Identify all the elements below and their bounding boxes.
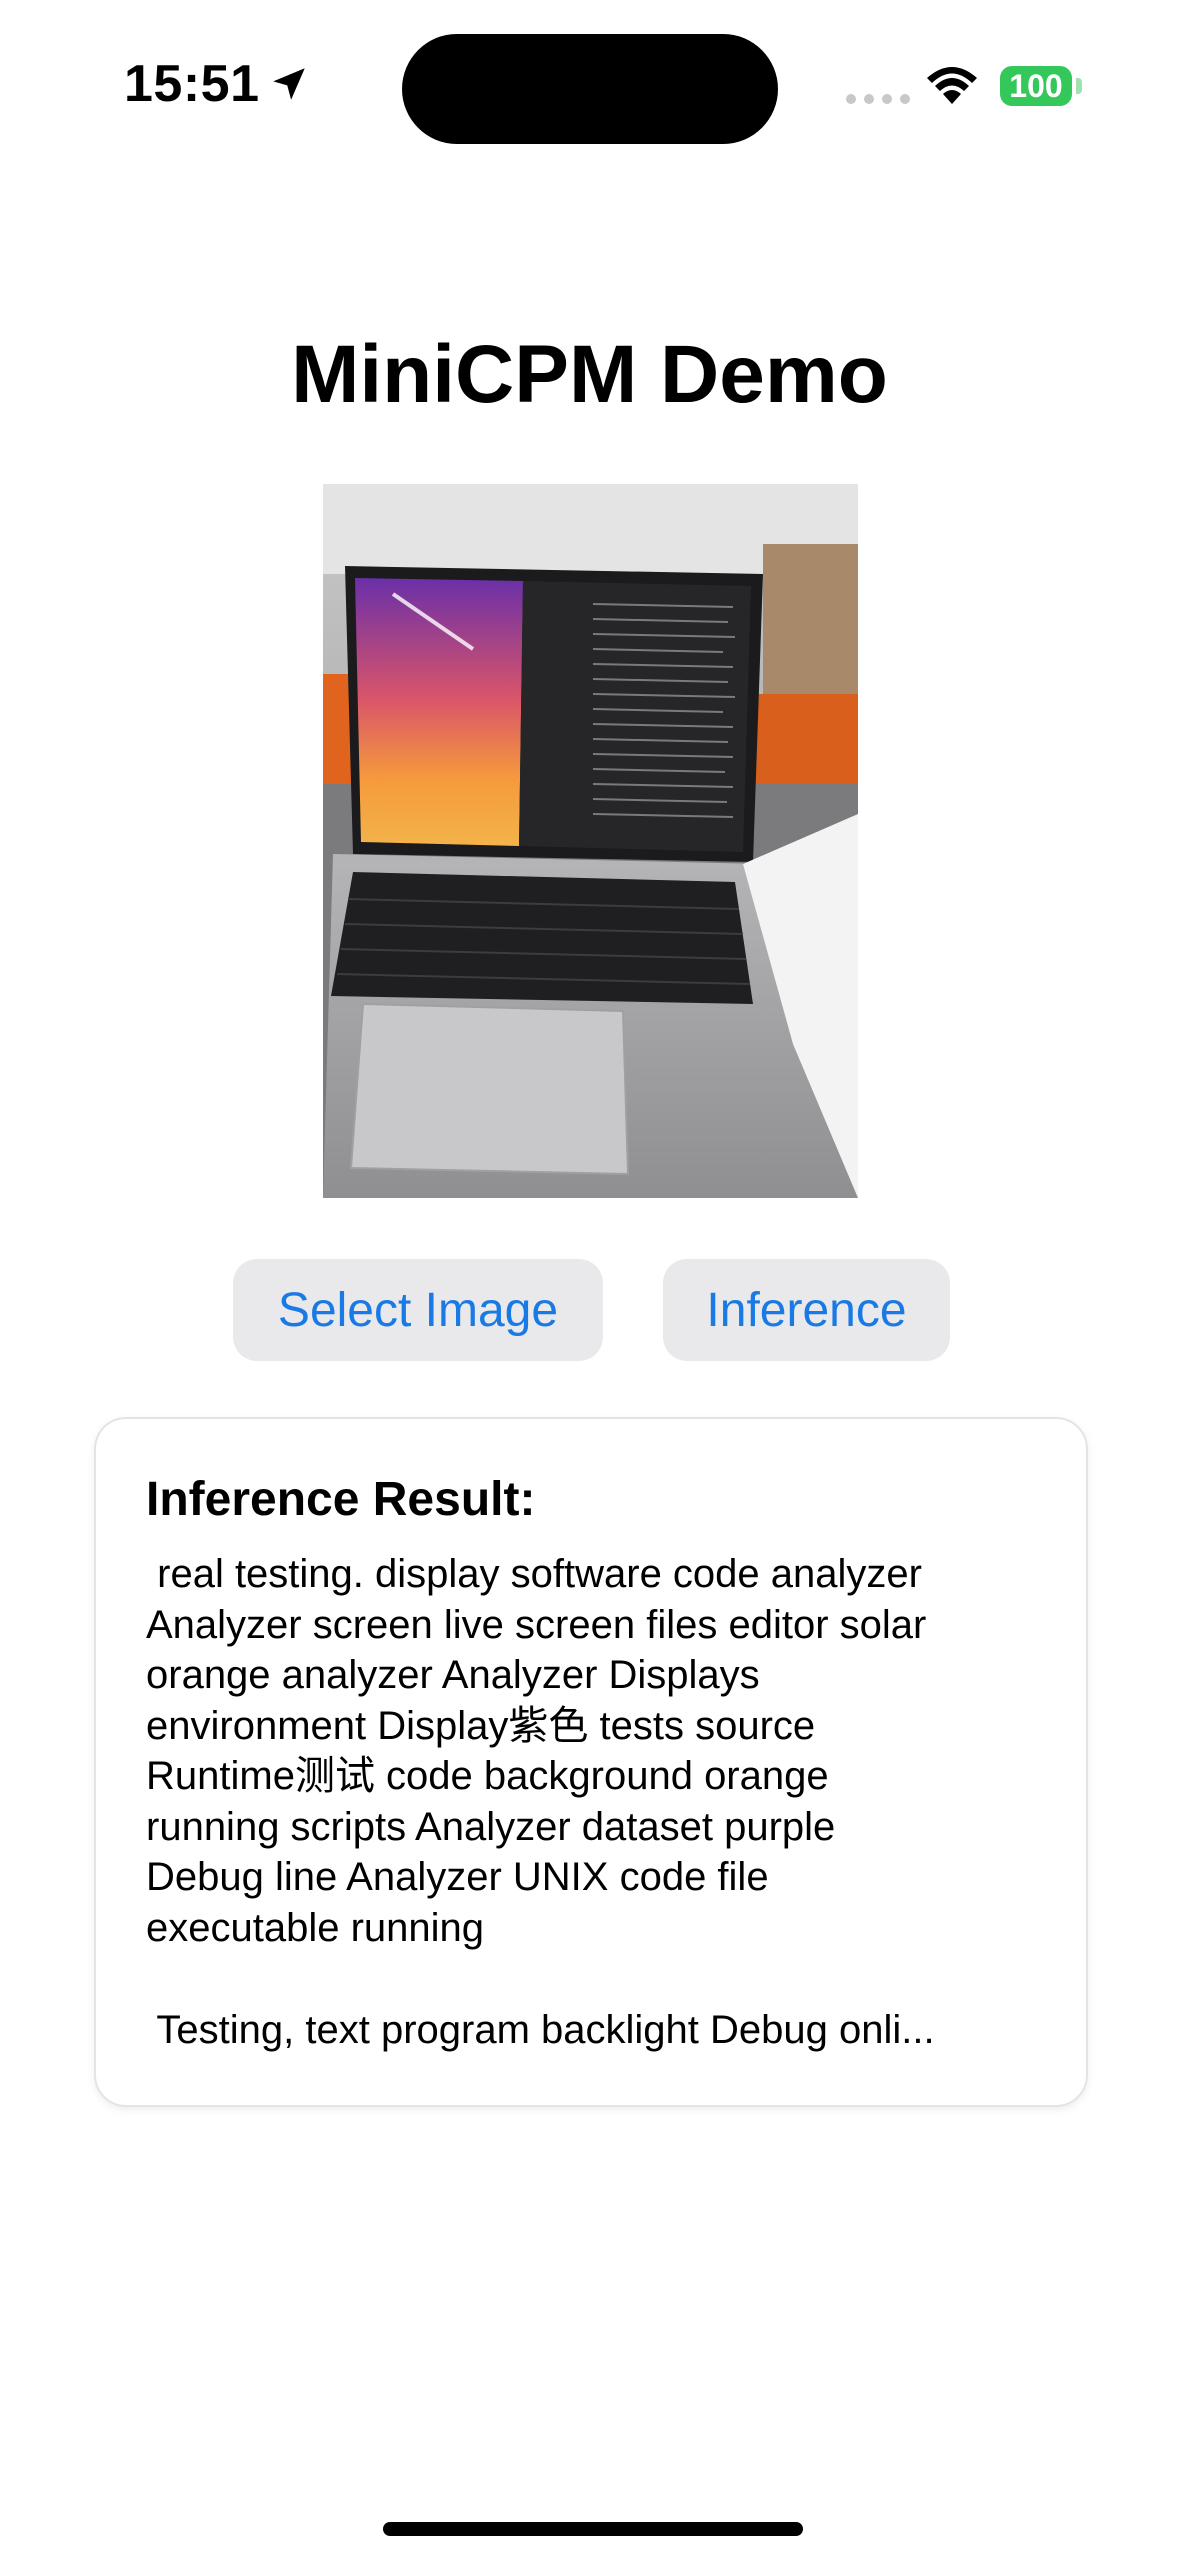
result-text: real testing. display software code anal… bbox=[146, 1552, 927, 1950]
select-image-button[interactable]: Select Image bbox=[233, 1259, 603, 1361]
inference-button[interactable]: Inference bbox=[663, 1259, 950, 1361]
selected-photo bbox=[323, 484, 858, 1198]
page-title: MiniCPM Demo bbox=[291, 329, 888, 420]
status-bar-time: 15:51 bbox=[124, 54, 310, 114]
wifi-icon bbox=[925, 66, 979, 111]
time-label: 15:51 bbox=[124, 55, 260, 113]
result-heading: Inference Result: bbox=[146, 1473, 536, 1526]
result-text-truncated: Testing, text program backlight Debug on… bbox=[146, 2008, 935, 2052]
cellular-signal-icon bbox=[846, 94, 910, 104]
home-indicator[interactable] bbox=[383, 2522, 803, 2536]
battery-level: 100 bbox=[1009, 67, 1063, 104]
battery-tip bbox=[1076, 78, 1082, 94]
dynamic-island bbox=[402, 34, 778, 144]
location-arrow-icon bbox=[268, 63, 310, 105]
inference-result-card: Inference Result: real testing. display … bbox=[96, 1419, 1086, 2105]
battery-icon: 100 bbox=[1000, 66, 1072, 106]
